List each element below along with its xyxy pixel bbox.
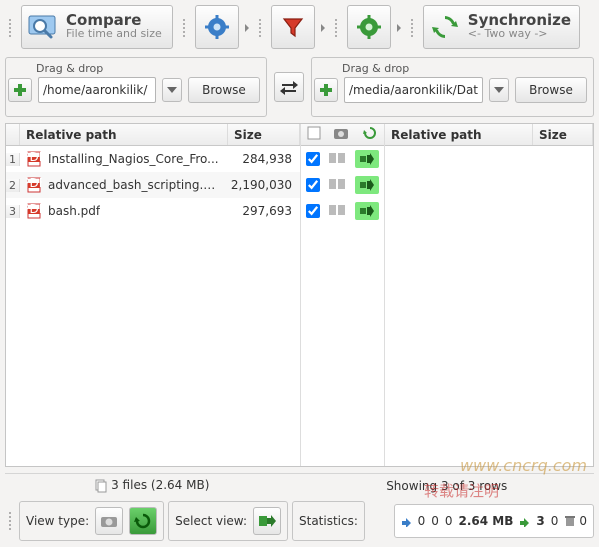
file-size: 284,938 [228,152,300,166]
col-size[interactable]: Size [228,124,300,145]
category-header-icon [333,126,349,143]
browse-right-button[interactable]: Browse [515,77,587,103]
copy-right-action[interactable] [355,176,379,194]
compare-subtitle: File time and size [66,27,162,41]
file-size: 297,693 [228,204,300,218]
toolbar-grip2[interactable] [179,5,189,51]
dropdown-indicator[interactable] [245,5,249,51]
file-name: Installing_Nagios_Core_Fro... [48,152,219,166]
col-relative-path-right[interactable]: Relative path [385,124,533,145]
row-number: 3 [6,205,20,218]
chevron-down-icon [167,87,177,93]
svg-text:PDF: PDF [26,177,42,190]
toolbar-grip4[interactable] [331,5,341,51]
file-size: 2,190,030 [228,178,300,192]
view-category-button[interactable] [95,507,123,535]
toolbar-grip5[interactable] [407,5,417,51]
filter-button[interactable] [271,5,315,49]
status-files: 3 files (2.64 MB) [111,478,209,492]
stat-icon [401,515,415,527]
row-checkbox[interactable] [306,204,320,218]
drag-drop-label-left: Drag & drop [8,62,260,75]
sync-settings-button[interactable] [347,5,391,49]
row-number: 2 [6,179,20,192]
swap-icon [278,76,300,98]
svg-text:PDF: PDF [26,151,42,164]
left-path-dropdown[interactable] [162,78,182,102]
add-path-right-button[interactable] [314,78,338,102]
right-path-input[interactable]: /media/aaronkilik/Dat [344,77,483,103]
stat-copy-icon [519,515,533,527]
pdf-icon: PDF [26,151,42,167]
toolbar-grip[interactable] [5,5,15,51]
left-path-panel: Drag & drop /home/aaronkilik/ Browse [5,57,267,117]
sync-title: Synchronize [468,13,571,27]
gear-green-icon [357,15,381,39]
category-icon [329,203,345,220]
row-checkbox[interactable] [306,152,320,166]
table-row[interactable]: 2 PDF advanced_bash_scripting.pdf 2,190,030 [6,172,300,198]
sync-icon [428,10,462,44]
dropdown-indicator-2[interactable] [321,5,325,51]
col-relative-path[interactable]: Relative path [20,124,228,145]
svg-text:PDF: PDF [26,203,42,216]
statistics-box: 0 0 0 2.64 MB 3 0 0 [394,504,594,538]
file-name: bash.pdf [48,204,100,218]
pdf-icon: PDF [26,177,42,193]
synchronize-button[interactable]: Synchronize <- Two way -> [423,5,580,49]
refresh-icon [134,513,152,529]
table-row[interactable]: 1 PDF Installing_Nagios_Core_Fro... 284,938 [6,146,300,172]
right-file-grid: Relative path Size [385,124,593,466]
drag-drop-label-right: Drag & drop [314,62,587,75]
files-icon [95,479,107,493]
action-row [301,146,384,172]
camera-icon [100,514,118,528]
category-icon [329,151,345,168]
action-header-icon [362,126,378,143]
plus-arrow-icon [257,512,277,530]
select-view-button[interactable] [253,507,281,535]
dropdown-indicator-3[interactable] [397,5,401,51]
view-type-label: View type: [26,514,89,528]
pdf-icon: PDF [26,203,42,219]
swap-paths-button[interactable] [274,72,304,102]
col-size-right[interactable]: Size [533,124,593,145]
select-view-label: Select view: [175,514,247,528]
toolbar-grip3[interactable] [255,5,265,51]
browse-left-button[interactable]: Browse [188,77,260,103]
action-column [301,124,385,466]
plus-green-icon [13,83,27,97]
settings-button[interactable] [195,5,239,49]
view-action-button[interactable] [129,507,157,535]
left-path-input[interactable]: /home/aaronkilik/ [38,77,156,103]
compare-button[interactable]: Compare File time and size [21,5,173,49]
action-row [301,172,384,198]
copy-right-action[interactable] [355,150,379,168]
compare-icon [26,10,60,44]
add-path-left-button[interactable] [8,78,32,102]
row-checkbox[interactable] [306,178,320,192]
compare-title: Compare [66,13,162,27]
file-name: advanced_bash_scripting.pdf [48,178,222,192]
gear-icon [205,15,229,39]
right-path-dropdown[interactable] [489,78,509,102]
table-row[interactable]: 3 PDF bash.pdf 297,693 [6,198,300,224]
chevron-down-icon [494,87,504,93]
right-path-panel: Drag & drop /media/aaronkilik/Dat Browse [311,57,594,117]
action-row [301,198,384,224]
row-number: 1 [6,153,20,166]
category-icon [329,177,345,194]
status-rows: Showing 3 of 3 rows [300,479,595,493]
left-file-grid: Relative path Size 1 PDF Installing_Nagios… [6,124,301,466]
funnel-icon [281,15,305,39]
bottom-grip[interactable] [5,512,15,530]
checkbox-header-icon [307,126,321,143]
sync-subtitle: <- Two way -> [468,27,571,41]
stat-trash-icon [564,515,576,527]
statistics-label: Statistics: [299,514,358,528]
copy-right-action[interactable] [355,202,379,220]
plus-green-icon [319,83,333,97]
